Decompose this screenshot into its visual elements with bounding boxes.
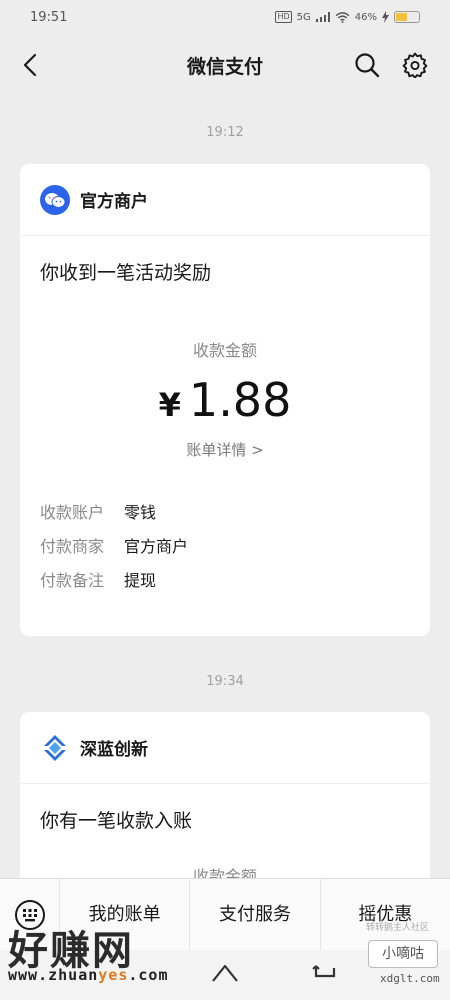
badge-caption: 转转鹅主人社区	[366, 923, 430, 933]
battery-percent: 46%	[354, 11, 377, 23]
home-icon[interactable]	[210, 962, 240, 984]
status-bar: 19:51 HD 5G 46%	[0, 0, 450, 34]
return-icon[interactable]	[312, 962, 338, 984]
battery-icon	[394, 11, 420, 23]
network-label: 5G	[296, 11, 311, 23]
info-row: 收款账户 零钱	[20, 494, 430, 528]
merchant-name: 深蓝创新	[80, 740, 148, 760]
merchant-header[interactable]: 深蓝创新	[20, 712, 430, 784]
deep-blue-logo-icon	[44, 734, 66, 761]
gear-icon	[402, 52, 428, 78]
info-value: 零钱	[124, 503, 157, 522]
message-time: 19:34	[206, 674, 244, 689]
wechat-pay-icon	[45, 192, 66, 208]
page-title: 微信支付	[186, 55, 263, 78]
watermark-url-prefix: www.zhuan	[8, 966, 99, 984]
merchant-name: 官方商户	[80, 192, 148, 212]
search-button[interactable]	[352, 50, 382, 80]
status-time: 19:51	[30, 9, 68, 25]
charging-icon	[382, 11, 389, 23]
status-icons: HD 5G 46%	[275, 11, 420, 23]
merchant-logo	[40, 184, 70, 215]
info-value: 提现	[124, 571, 157, 590]
info-value: 官方商户	[124, 537, 189, 556]
info-key: 付款商家	[40, 537, 105, 556]
bill-detail-link[interactable]: 账单详情 >	[20, 439, 430, 460]
info-list: 收款账户 零钱 付款商家 官方商户 付款备注 提现	[20, 494, 430, 596]
currency-symbol: ¥	[158, 386, 181, 424]
menu-payment-services[interactable]: 支付服务	[190, 878, 321, 951]
amount-value: ¥ 1.88	[20, 373, 430, 427]
hd-icon: HD	[275, 11, 292, 23]
amount-label: 收款金额	[192, 341, 257, 360]
info-key: 收款账户	[40, 503, 105, 522]
notification-title: 你收到一笔活动奖励	[40, 262, 212, 284]
watermark-url-accent: yes	[98, 966, 129, 984]
merchant-header[interactable]: 官方商户	[20, 164, 430, 236]
settings-button[interactable]	[400, 50, 430, 80]
watermark-url-suffix: .com	[128, 966, 169, 984]
badge-site: xdglt.com	[380, 972, 440, 985]
amount-number: 1.88	[188, 373, 292, 427]
watermark-url: www.zhuanyes.com	[8, 966, 169, 984]
info-key: 付款备注	[40, 571, 105, 590]
message-time: 19:12	[206, 125, 244, 140]
signal-icon	[315, 12, 330, 22]
back-button[interactable]	[16, 50, 44, 80]
info-row: 付款商家 官方商户	[20, 528, 430, 562]
wifi-icon	[335, 11, 350, 23]
badge-name: 小嘀咕	[368, 940, 438, 968]
search-icon	[355, 53, 380, 78]
info-row: 付款备注 提现	[20, 562, 430, 596]
chevron-left-icon	[23, 53, 37, 77]
payment-notification-card[interactable]: 官方商户 你收到一笔活动奖励 收款金额 ¥ 1.88 账单详情 > 收款账户 零…	[20, 164, 430, 636]
notification-title: 你有一笔收款入账	[40, 810, 193, 832]
nav-bar: 微信支付	[0, 34, 450, 96]
